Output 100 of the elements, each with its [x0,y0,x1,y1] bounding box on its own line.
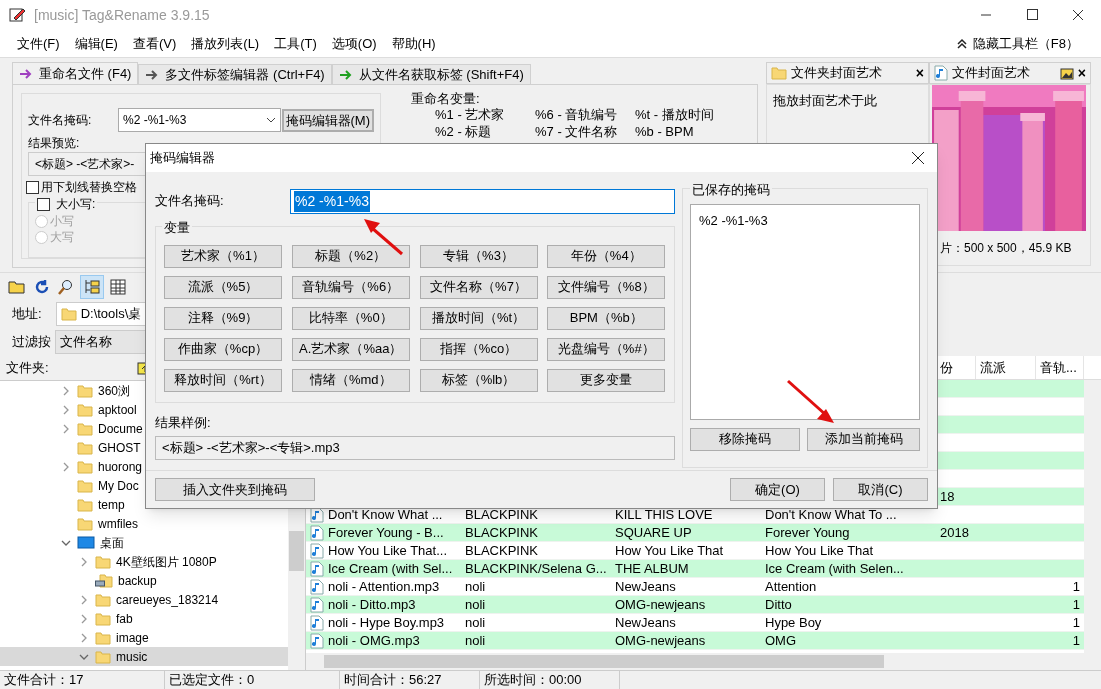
column-header[interactable]: 份 [940,357,953,378]
tree-item[interactable]: wmfiles [0,514,288,533]
close-button[interactable]: × [915,62,924,84]
table-cell-text: 1 [1072,595,1080,614]
variable-button[interactable]: 注释（%9） [164,306,282,330]
table-cell-text: Don't Know What ... [328,505,443,524]
variable-button[interactable]: BPM（%b） [547,306,666,330]
table-cell-text: Forever Young [765,523,850,542]
remove-mask-button[interactable]: 移除掩码 [690,427,800,451]
variable-button[interactable]: 比特率（%0） [291,306,410,330]
mask-input[interactable]: %2 -%1-%3 [290,188,675,214]
variable-button[interactable]: 指挥（%co） [419,337,538,361]
mask-editor-button[interactable]: 掩码编辑器(M) [281,108,374,132]
table-cell-text: noli - OMG.mp3 [328,631,420,650]
variable-button[interactable]: 专辑（%3） [419,244,538,268]
table-row[interactable]: noli - OMG.mp3 noli OMG-newjeans OMG 1 [306,632,1084,650]
variable-button[interactable]: 流派（%5） [164,275,282,299]
table-cell-text: 1 [1072,577,1080,596]
table-cell-text: How You Like That... [328,541,447,560]
tree-item[interactable]: image [0,628,288,647]
menu-item[interactable]: 帮助(H) [386,33,441,54]
menu-item[interactable]: 编辑(E) [69,33,123,54]
variable-button[interactable]: 标签（%lb） [419,368,538,392]
tab[interactable]: 多文件标签编辑器 (Ctrl+F4) [138,64,332,84]
menu-item[interactable]: 播放列表(L) [186,33,265,54]
field-label: 结果样例: [155,413,212,432]
variable-button[interactable]: 更多变量 [547,368,666,392]
drop-hint: 拖放封面艺术于此 [773,93,877,108]
table-cell-text: OMG-newjeans [615,631,706,650]
variable-button[interactable]: 音轨编号（%6） [291,275,410,299]
menu-item[interactable]: 文件(F) [12,33,65,54]
pane-title: 文件夹: [6,359,49,378]
image-info: 片：500 x 500，45.9 KB [940,240,1073,257]
field-label: 过滤按 [12,333,51,352]
table-cell-text: BLACKPINK [465,523,538,542]
checkbox-label: 用下划线替换空格 [41,179,137,196]
list-item[interactable]: %2 -%1-%3 [697,210,913,230]
panel-tab[interactable]: 文件封面艺术 × [929,62,1091,84]
variable-button[interactable]: A.艺术家（%aa） [291,337,410,361]
table-row[interactable]: noli - Ditto.mp3 noli OMG-newjeans Ditto 1 [306,596,1084,614]
tree-item[interactable]: careueyes_183214 [0,590,288,609]
table-row[interactable]: Ice Cream (with Sel... BLACKPINK/Selena G... THE ALBUM Ice Cream (with Selen... [306,560,1084,578]
table-cell-text: Ditto [765,595,792,614]
tree-item[interactable]: 4K壁纸图片 1080P [0,552,288,571]
table-row[interactable]: Forever Young - B... BLACKPINK SQUARE UP Forever Young 2018 [306,524,1084,542]
tree-item[interactable]: huorong [0,457,288,476]
panel-tab[interactable]: 文件夹封面艺术 × [766,62,929,84]
table-cell-text: 1 [1072,613,1080,632]
cancel-button[interactable]: 取消(C) [833,478,928,501]
variable-button[interactable]: 年份（%4） [547,244,666,268]
table-cell-text: How You Like That [765,541,874,560]
menu-item[interactable]: 工具(T) [269,33,322,54]
table-cell-text: THE ALBUM [615,559,689,578]
insert-folder-button[interactable]: 插入文件夹到掩码 [155,478,315,501]
table-cell-text: BLACKPINK [465,541,538,560]
status-text: 文件合计：17 [0,670,165,689]
variable-button[interactable]: 标题（%2） [291,244,410,268]
variable-button[interactable]: 情绪（%md） [291,368,410,392]
menu-item[interactable]: 查看(V) [127,33,182,54]
tab[interactable]: 从文件名获取标签 (Shift+F4) [331,64,531,84]
field-label: 文件名掩码: [155,192,225,211]
tab[interactable]: 重命名文件 (F4) [12,62,139,84]
window-title: [music] Tag&Rename 3.9.15 [34,5,210,25]
table-cell-text: noli [465,631,486,650]
variables-heading: 重命名变量: [411,91,481,107]
add-mask-button[interactable]: 添加当前掩码 [807,427,920,451]
table-cell-text: KILL THIS LOVE [615,505,713,524]
hide-toolbar-button[interactable]: 隐藏工具栏（F8） [972,33,1079,54]
mask-dropdown[interactable]: %2 -%1-%3 [118,108,281,132]
column-header[interactable]: 音轨... [1040,357,1077,378]
radio-label: 小写 [50,213,74,230]
tree-item[interactable]: 桌面 [0,533,288,552]
tree-item[interactable]: fab [0,609,288,628]
table-cell-text: noli - Hype Boy.mp3 [328,613,445,632]
variable-text: %7 - 文件名称 [535,124,619,141]
variable-button[interactable]: 艺术家（%1） [164,244,282,268]
variable-text: %6 - 音轨编号 [535,107,619,124]
table-cell-text: Attention [765,577,817,596]
variable-button[interactable]: 释放时间（%rt） [164,368,282,392]
table-cell-text: Forever Young - B... [328,523,444,542]
ok-button[interactable]: 确定(O) [730,478,825,501]
table-cell-text: SQUARE UP [615,523,692,542]
variable-button[interactable]: 文件编号（%8） [547,275,666,299]
table-cell-text: Don't Know What To ... [765,505,897,524]
variable-button[interactable]: 光盘编号（%#） [547,337,666,361]
table-cell-text: Ice Cream (with Sel... [328,559,453,578]
table-cell-text: 18 [940,487,955,506]
table-cell-text: Hype Boy [765,613,822,632]
menu-item[interactable]: 选项(O) [326,33,382,54]
tree-item[interactable]: music [0,647,288,666]
table-cell-text: BLACKPINK/Selena G... [465,559,607,578]
column-header[interactable]: 流派 [980,357,1006,378]
variable-button[interactable]: 文件名称（%7） [419,275,538,299]
variable-button[interactable]: 播放时间（%t） [419,306,538,330]
field-label: 结果预览: [28,135,81,152]
sample-field: <标题> -<艺术家>-<专辑>.mp3 [155,436,675,460]
close-button[interactable]: × [1077,62,1086,84]
status-text: 所选时间：00:00 [480,670,620,689]
variable-button[interactable]: 作曲家（%cp） [164,337,282,361]
tree-item[interactable]: backup [0,571,288,590]
